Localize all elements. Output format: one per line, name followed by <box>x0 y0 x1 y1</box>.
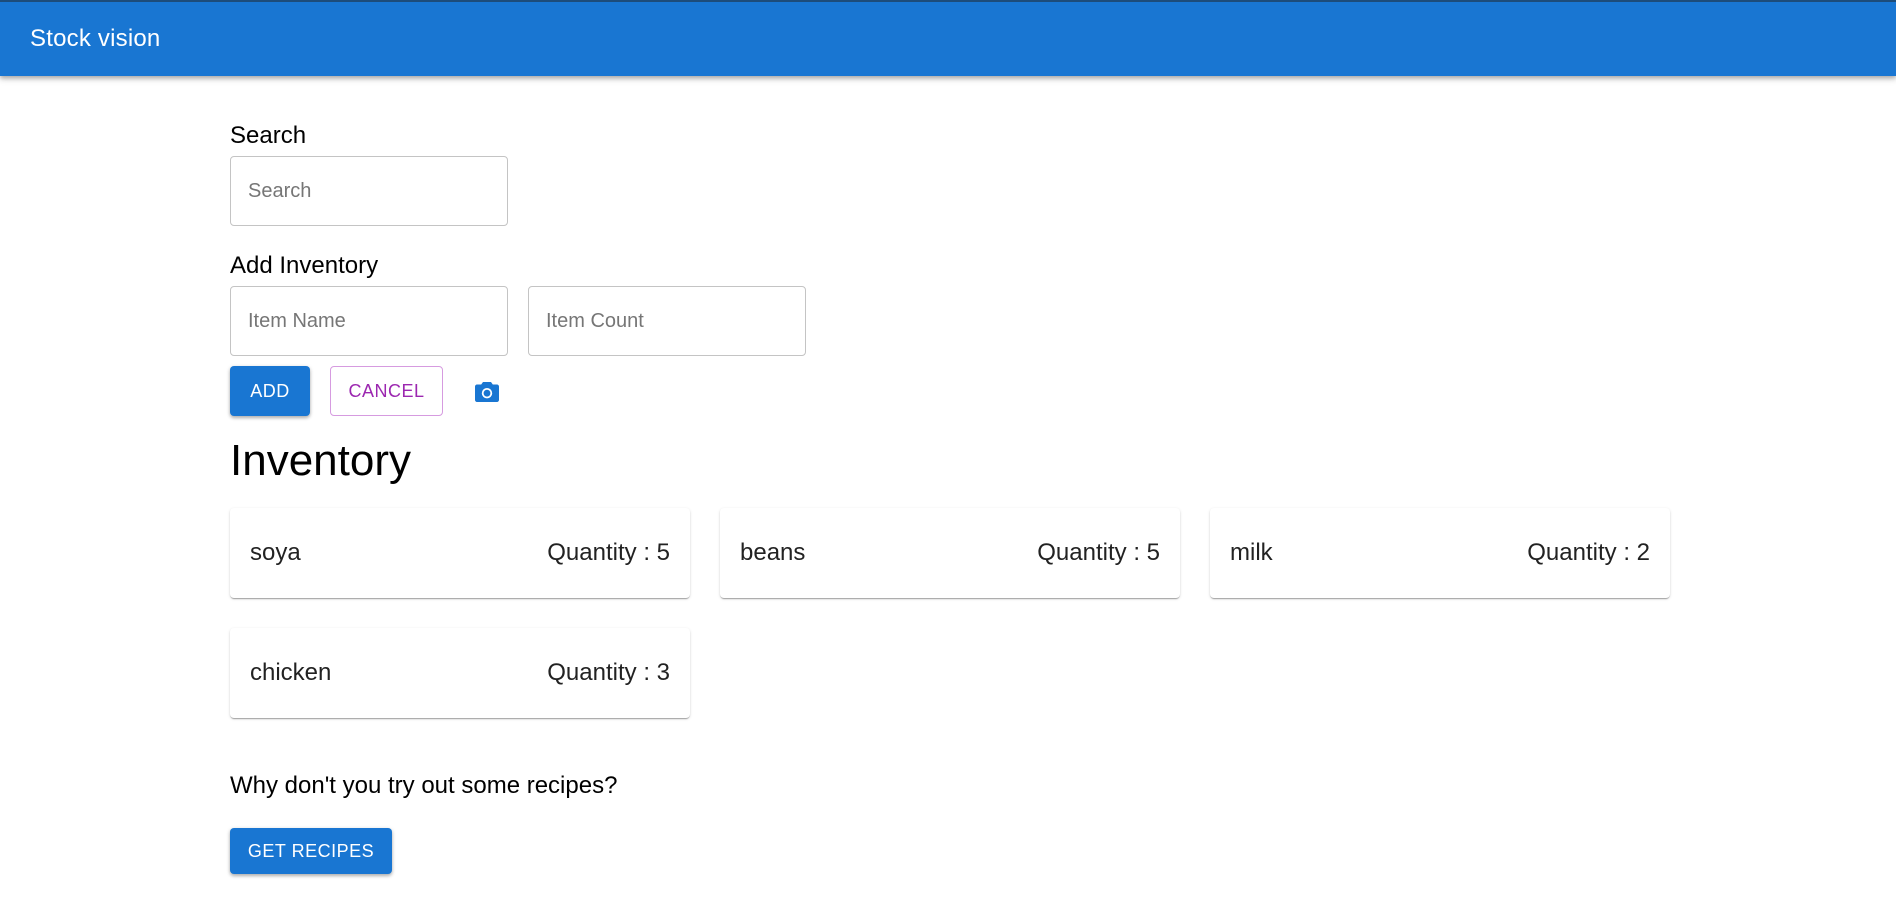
cancel-button[interactable]: CANCEL <box>330 366 443 416</box>
item-quantity: Quantity : 5 <box>1037 539 1160 566</box>
item-quantity: Quantity : 5 <box>547 539 670 566</box>
get-recipes-button[interactable]: GET RECIPES <box>230 828 392 874</box>
app-bar: Stock vision <box>0 0 1896 76</box>
add-button[interactable]: ADD <box>230 366 310 416</box>
search-label: Search <box>230 122 307 149</box>
item-name: beans <box>740 539 806 566</box>
item-name: chicken <box>250 659 332 686</box>
camera-icon <box>475 382 499 402</box>
item-quantity: Quantity : 3 <box>547 659 670 686</box>
app-title: Stock vision <box>30 25 161 52</box>
item-name: soya <box>250 539 301 566</box>
inventory-card-chicken: chicken Quantity : 3 <box>230 628 690 718</box>
recipes-prompt: Why don't you try out some recipes? <box>230 772 618 799</box>
inventory-card-beans: beans Quantity : 5 <box>720 508 1180 598</box>
inventory-card-soya: soya Quantity : 5 <box>230 508 690 598</box>
inventory-card-milk: milk Quantity : 2 <box>1210 508 1670 598</box>
item-name: milk <box>1230 539 1273 566</box>
item-name-input[interactable] <box>230 286 508 356</box>
camera-button[interactable] <box>465 370 509 414</box>
item-quantity: Quantity : 2 <box>1527 539 1650 566</box>
item-count-input[interactable] <box>528 286 806 356</box>
inventory-heading: Inventory <box>230 436 411 485</box>
add-inventory-label: Add Inventory <box>230 252 379 279</box>
search-input[interactable] <box>230 156 508 226</box>
